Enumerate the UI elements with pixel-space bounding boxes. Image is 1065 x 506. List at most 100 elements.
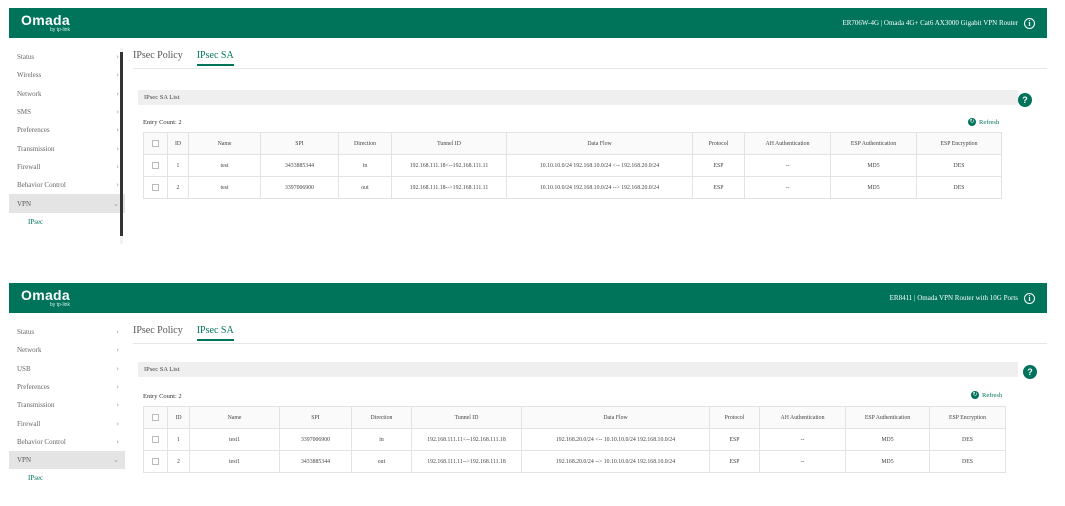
chevron-right-icon: › xyxy=(116,89,119,98)
sidebar-item-network[interactable]: Network › xyxy=(9,85,125,103)
tab-divider xyxy=(133,68,1047,69)
help-icon[interactable]: ? xyxy=(1018,93,1032,107)
top-header-bar: Omada by tp-link ER8411 | Omada VPN Rout… xyxy=(9,283,1047,313)
tab-bar: IPsec Policy IPsec SA xyxy=(133,325,234,341)
tab-bar: IPsec Policy IPsec SA xyxy=(133,50,234,66)
sidebar-item-transmission[interactable]: Transmission › xyxy=(9,139,125,157)
select-all-checkbox[interactable] xyxy=(143,406,168,429)
cell-protocol: ESP xyxy=(709,450,760,473)
table-header-row: ID Name SPI Direction Tunnel ID Data Flo… xyxy=(143,132,1002,155)
help-icon[interactable]: ? xyxy=(1023,365,1037,379)
cell-esp-encryption: DES xyxy=(916,176,1002,199)
top-header-bar: Omada by tp-link ER706W-4G | Omada 4G+ C… xyxy=(9,8,1047,38)
chevron-right-icon: › xyxy=(116,328,119,337)
tab-ipsec-policy[interactable]: IPsec Policy xyxy=(133,50,183,66)
tab-ipsec-sa[interactable]: IPsec SA xyxy=(196,325,234,341)
sidebar-item-network[interactable]: Network › xyxy=(9,341,125,359)
refresh-button[interactable]: ↻ Refresh xyxy=(968,118,999,126)
cell-esp-auth: MD5 xyxy=(845,450,930,473)
sidebar-item-status[interactable]: Status › xyxy=(9,48,125,66)
row-checkbox[interactable] xyxy=(143,428,168,451)
chevron-right-icon: › xyxy=(116,346,119,355)
column-header: ID xyxy=(167,406,190,429)
row-checkbox[interactable] xyxy=(143,154,168,177)
row-checkbox[interactable] xyxy=(143,450,168,473)
chevron-right-icon: › xyxy=(116,437,119,446)
device-info: ER706W-4G | Omada 4G+ Cat6 AX3000 Gigabi… xyxy=(842,17,1035,29)
sidebar-item-status[interactable]: Status › xyxy=(9,323,125,341)
sidebar-item-sms[interactable]: SMS › xyxy=(9,103,125,121)
cell-data-flow: 192.168.20.0/24 --> 10.10.10.0/24 192.16… xyxy=(521,450,710,473)
sidebar-subitem-ipsec[interactable]: IPsec xyxy=(9,213,125,231)
chevron-right-icon: › xyxy=(116,383,119,392)
router-panel-2: Omada by tp-link ER8411 | Omada VPN Rout… xyxy=(9,283,1047,496)
row-checkbox[interactable] xyxy=(143,176,168,199)
sidebar-item-label: Preferences xyxy=(17,126,50,135)
refresh-label: Refresh xyxy=(979,118,1000,126)
sidebar-scrollbar[interactable] xyxy=(120,52,123,237)
sidebar-item-behavior-control[interactable]: Behavior Control › xyxy=(9,176,125,194)
column-header: Data Flow xyxy=(521,406,710,429)
sidebar-item-label: Transmission xyxy=(17,144,55,153)
column-header: ESP Encryption xyxy=(929,406,1006,429)
chevron-right-icon: › xyxy=(116,419,119,428)
sidebar-item-firewall[interactable]: Firewall › xyxy=(9,158,125,176)
cell-spi: 3397006900 xyxy=(260,176,339,199)
column-header: Name xyxy=(188,132,261,155)
sidebar-item-vpn[interactable]: VPN ⌄ xyxy=(9,451,125,470)
entry-count: Entry Count: 2 xyxy=(143,393,182,400)
select-all-checkbox[interactable] xyxy=(143,132,168,155)
sidebar-item-vpn[interactable]: VPN ⌄ xyxy=(9,194,125,213)
device-info: ER8411 | Omada VPN Router with 10G Ports… xyxy=(890,292,1035,304)
cell-tunnel-id: 192.168.111.11-->192.168.111.18 xyxy=(411,450,522,473)
device-title: ER706W-4G | Omada 4G+ Cat6 AX3000 Gigabi… xyxy=(842,19,1018,27)
sidebar-item-transmission[interactable]: Transmission › xyxy=(9,396,125,414)
refresh-button[interactable]: ↻ Refresh xyxy=(971,391,1002,399)
sidebar-item-label: VPN xyxy=(17,199,32,208)
logo-text: Omada xyxy=(21,12,70,28)
tab-ipsec-policy[interactable]: IPsec Policy xyxy=(133,325,183,341)
chevron-right-icon: › xyxy=(116,144,119,153)
logo-subtext: by tp-link xyxy=(49,302,70,308)
sidebar-item-label: USB xyxy=(17,364,31,373)
cell-esp-auth: MD5 xyxy=(830,176,917,199)
cell-protocol: ESP xyxy=(709,428,760,451)
sidebar-item-wireless[interactable]: Wireless › xyxy=(9,66,125,84)
sidebar-item-preferences[interactable]: Preferences › xyxy=(9,378,125,396)
table-header-row: ID Name SPI Direction Tunnel ID Data Flo… xyxy=(143,406,1006,429)
column-header: ID xyxy=(167,132,189,155)
table-row: 1 test 3433885344 in 192.168.111.18<--19… xyxy=(143,154,1002,177)
sidebar-item-usb[interactable]: USB › xyxy=(9,360,125,378)
sidebar-nav: Status › Wireless › Network › SMS › Preferen… xyxy=(9,48,125,244)
info-circle-icon[interactable]: i xyxy=(1024,292,1035,304)
sidebar-subitem-ipsec[interactable]: IPsec xyxy=(9,469,125,487)
main-content: IPsec Policy IPsec SA IPsec SA List ? En… xyxy=(133,313,1047,496)
logo-text: Omada xyxy=(21,287,70,303)
sidebar-item-behavior-control[interactable]: Behavior Control › xyxy=(9,433,125,451)
section-title-bar: IPsec SA List xyxy=(138,362,1018,377)
tab-ipsec-sa[interactable]: IPsec SA xyxy=(196,50,234,66)
info-circle-icon[interactable]: i xyxy=(1024,17,1035,29)
cell-data-flow: 10.10.10.0/24 192.168.10.0/24 <-- 192.16… xyxy=(506,154,693,177)
cell-name: test1 xyxy=(189,428,280,451)
omada-logo[interactable]: Omada by tp-link xyxy=(21,288,70,308)
sidebar-item-label: Preferences xyxy=(17,383,50,392)
cell-data-flow: 10.10.10.0/24 192.168.10.0/24 --> 192.16… xyxy=(506,176,693,199)
table-row: 1 test1 3397006900 in 192.168.111.11<--1… xyxy=(143,428,1006,451)
cell-ah-auth: -- xyxy=(744,176,831,199)
ipsec-sa-table: ID Name SPI Direction Tunnel ID Data Flo… xyxy=(143,406,1006,473)
sidebar-nav: Status › Network › USB › Preferences › Trans… xyxy=(9,323,125,493)
column-header: Direction xyxy=(338,132,392,155)
omada-logo[interactable]: Omada by tp-link xyxy=(21,13,70,33)
column-header: Name xyxy=(189,406,280,429)
cell-name: test xyxy=(188,176,261,199)
column-header: ESP Encryption xyxy=(916,132,1002,155)
cell-esp-encryption: DES xyxy=(929,428,1006,451)
sidebar-item-preferences[interactable]: Preferences › xyxy=(9,121,125,139)
sidebar-item-firewall[interactable]: Firewall › xyxy=(9,414,125,432)
cell-esp-encryption: DES xyxy=(916,154,1002,177)
logo-subtext: by tp-link xyxy=(49,27,70,33)
sidebar-item-label: Status xyxy=(17,53,35,62)
sidebar-item-label: Firewall xyxy=(17,162,41,171)
sidebar-item-label: Behavior Control xyxy=(17,437,66,446)
